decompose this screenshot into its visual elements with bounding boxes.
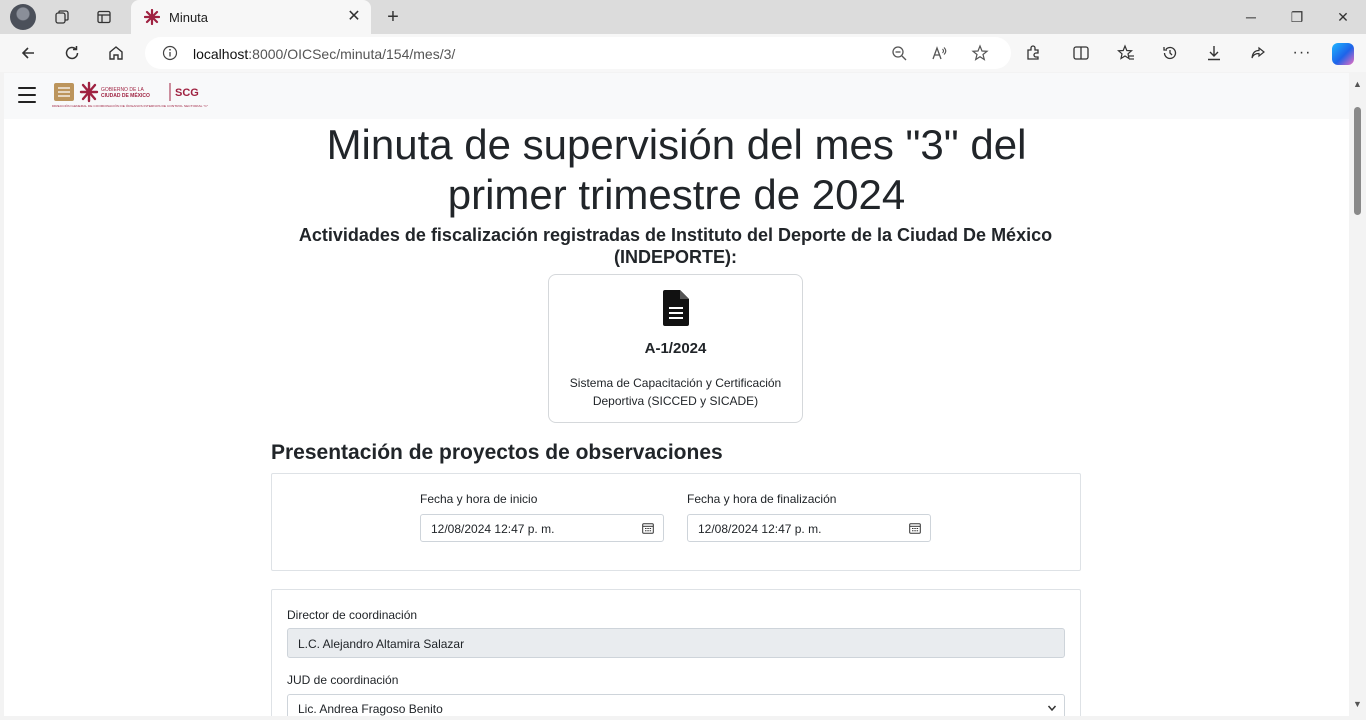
end-datetime-label: Fecha y hora de finalización [687,492,837,506]
share-icon[interactable] [1246,41,1270,65]
copilot-icon[interactable] [1332,43,1354,65]
url-text[interactable]: localhost:8000/OICSec/minuta/154/mes/3/ [193,46,455,62]
calendar-icon[interactable] [642,522,654,534]
more-options-icon[interactable]: ··· [1290,41,1314,65]
read-aloud-icon[interactable] [931,45,947,61]
end-datetime-value: 12/08/2024 12:47 p. m. [698,522,822,536]
downloads-icon[interactable] [1202,41,1226,65]
address-bar[interactable]: localhost:8000/OICSec/minuta/154/mes/3/ [145,37,1011,69]
activity-description: Sistema de Capacitación y Certificación … [569,376,782,408]
scrollbar-thumb[interactable] [1354,107,1361,215]
scg-logo: GOBIERNO DE LA CIUDAD DE MÉXICO SCG DIRE… [52,81,208,108]
extensions-icon[interactable] [1021,41,1045,65]
split-screen-icon[interactable] [1069,41,1093,65]
profile-avatar[interactable] [10,4,36,30]
site-info-icon[interactable] [162,45,178,61]
new-tab-icon[interactable]: + [382,6,404,28]
start-datetime-value: 12/08/2024 12:47 p. m. [431,522,555,536]
favorites-icon[interactable] [1114,41,1138,65]
chevron-down-icon [1047,705,1057,712]
activity-code: A-1/2024 [644,340,707,357]
menu-toggle-icon[interactable] [18,87,36,103]
tab-minuta[interactable]: Minuta ✕ [131,0,371,34]
jud-value: Lic. Andrea Fragoso Benito [298,702,443,716]
file-text-icon [663,290,689,326]
director-label: Director de coordinación [287,608,418,622]
app-navbar: GOBIERNO DE LA CIUDAD DE MÉXICO SCG DIRE… [4,73,1349,119]
coordination-panel: Director de coordinación L.C. Alejandro … [271,589,1081,716]
tab-close-icon[interactable]: ✕ [345,8,363,26]
url-host: localhost [193,46,249,62]
browser-toolbar: localhost:8000/OICSec/minuta/154/mes/3/ … [0,34,1366,72]
history-icon[interactable] [1158,41,1182,65]
page-viewport: GOBIERNO DE LA CIUDAD DE MÉXICO SCG DIRE… [4,73,1349,716]
director-field[interactable]: L.C. Alejandro Altamira Salazar [287,628,1065,658]
favorite-star-icon[interactable] [971,44,989,62]
logo-tagline: DIRECCIÓN GENERAL DE COORDINACIÓN DE ÓRG… [52,103,208,108]
scroll-down-icon[interactable]: ▼ [1353,699,1362,709]
activity-card[interactable]: A-1/2024 Sistema de Capacitación y Certi… [548,274,803,423]
window-close-icon[interactable]: ✕ [1330,6,1356,28]
url-path: :8000/OICSec/minuta/154/mes/3/ [248,46,456,62]
start-datetime-label: Fecha y hora de inicio [420,492,538,506]
browser-titlebar: Minuta ✕ + ─ ❐ ✕ [0,0,1366,34]
restore-icon[interactable]: ❐ [1284,6,1310,28]
director-value: L.C. Alejandro Altamira Salazar [298,637,465,651]
back-icon[interactable] [16,41,40,65]
refresh-icon[interactable] [60,41,84,65]
scroll-up-icon[interactable]: ▲ [1353,79,1362,89]
page-title-text: Minuta de supervisión del mes "3" del pr… [326,121,1027,218]
logo-brand: SCG [175,87,199,99]
zoom-out-icon[interactable] [891,45,907,61]
tab-title: Minuta [169,10,209,25]
page-scrollbar[interactable]: ▲ ▼ [1349,73,1366,716]
activities-subtitle: Actividades de fiscalización registradas… [298,225,1053,267]
jud-select[interactable]: Lic. Andrea Fragoso Benito [287,694,1065,716]
start-datetime-input[interactable]: 12/08/2024 12:47 p. m. [420,514,664,542]
cdmx-favicon-icon [144,9,160,25]
end-datetime-input[interactable]: 12/08/2024 12:47 p. m. [687,514,931,542]
section-title: Presentación de proyectos de observacion… [271,441,723,464]
logo-gov-line2: CIUDAD DE MÉXICO [101,91,150,99]
home-icon[interactable] [104,41,128,65]
tab-actions-icon[interactable] [92,5,116,29]
minimize-icon[interactable]: ─ [1238,6,1264,28]
page-title: Minuta de supervisión del mes "3" del pr… [4,120,1349,220]
dates-panel: Fecha y hora de inicio 12/08/2024 12:47 … [271,473,1081,571]
workspaces-icon[interactable] [50,5,74,29]
calendar-icon[interactable] [909,522,921,534]
jud-label: JUD de coordinación [287,673,399,687]
